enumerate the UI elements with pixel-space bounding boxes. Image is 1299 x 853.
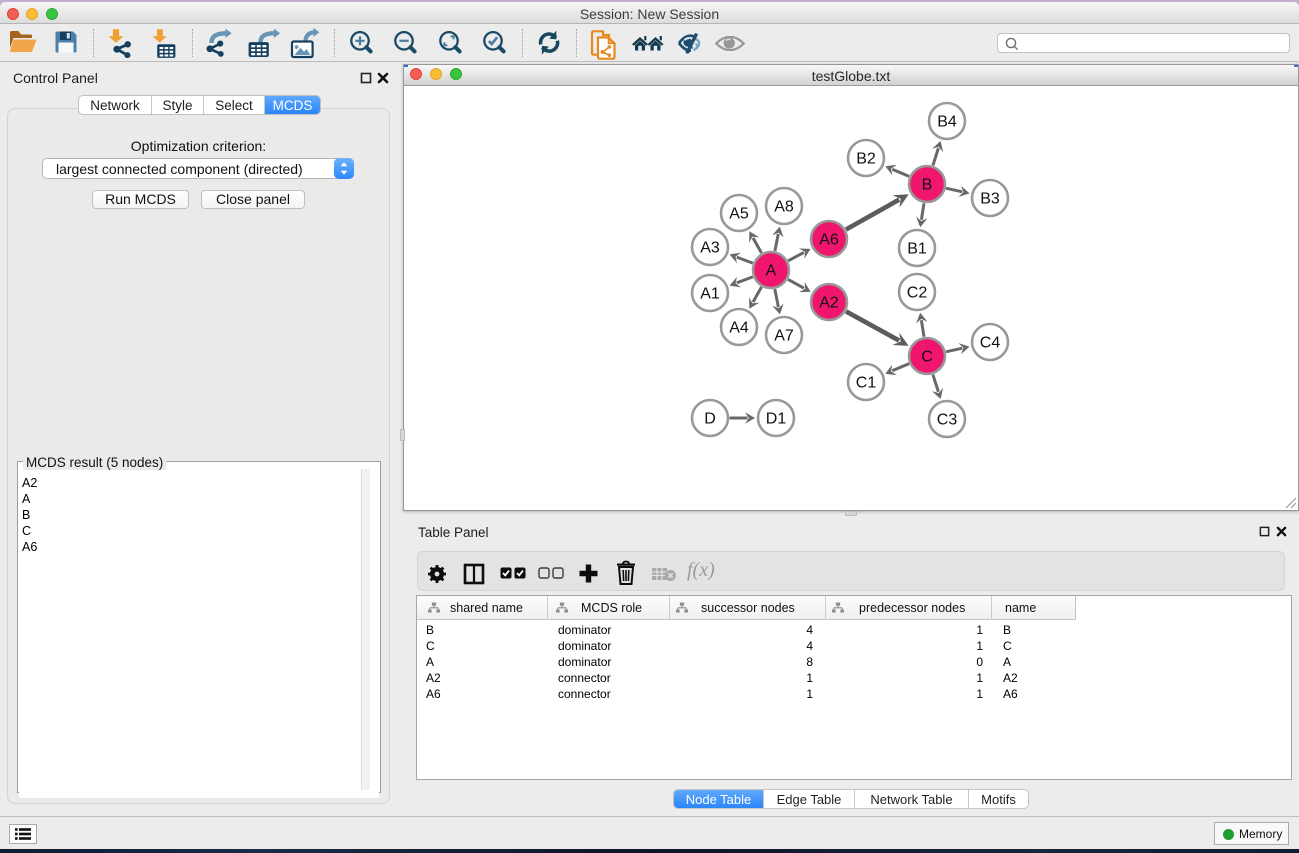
svg-text:A5: A5 <box>729 206 749 223</box>
svg-text:A2: A2 <box>819 295 839 312</box>
svg-text:A7: A7 <box>774 328 794 345</box>
svg-text:C1: C1 <box>856 375 877 392</box>
svg-text:B2: B2 <box>856 151 876 168</box>
svg-text:A1: A1 <box>700 286 720 303</box>
svg-text:B4: B4 <box>937 114 957 131</box>
svg-text:B3: B3 <box>980 191 1000 208</box>
svg-text:D: D <box>704 411 716 428</box>
svg-text:A: A <box>766 263 777 280</box>
svg-text:A4: A4 <box>729 320 749 337</box>
svg-text:C3: C3 <box>937 412 958 429</box>
svg-text:D1: D1 <box>766 411 787 428</box>
svg-text:A3: A3 <box>700 240 720 257</box>
svg-text:B1: B1 <box>907 241 927 258</box>
svg-text:C2: C2 <box>907 285 928 302</box>
svg-text:C4: C4 <box>980 335 1001 352</box>
svg-text:A6: A6 <box>819 232 839 249</box>
svg-text:B: B <box>922 177 933 194</box>
svg-text:C: C <box>921 349 933 366</box>
svg-text:A8: A8 <box>774 199 794 216</box>
